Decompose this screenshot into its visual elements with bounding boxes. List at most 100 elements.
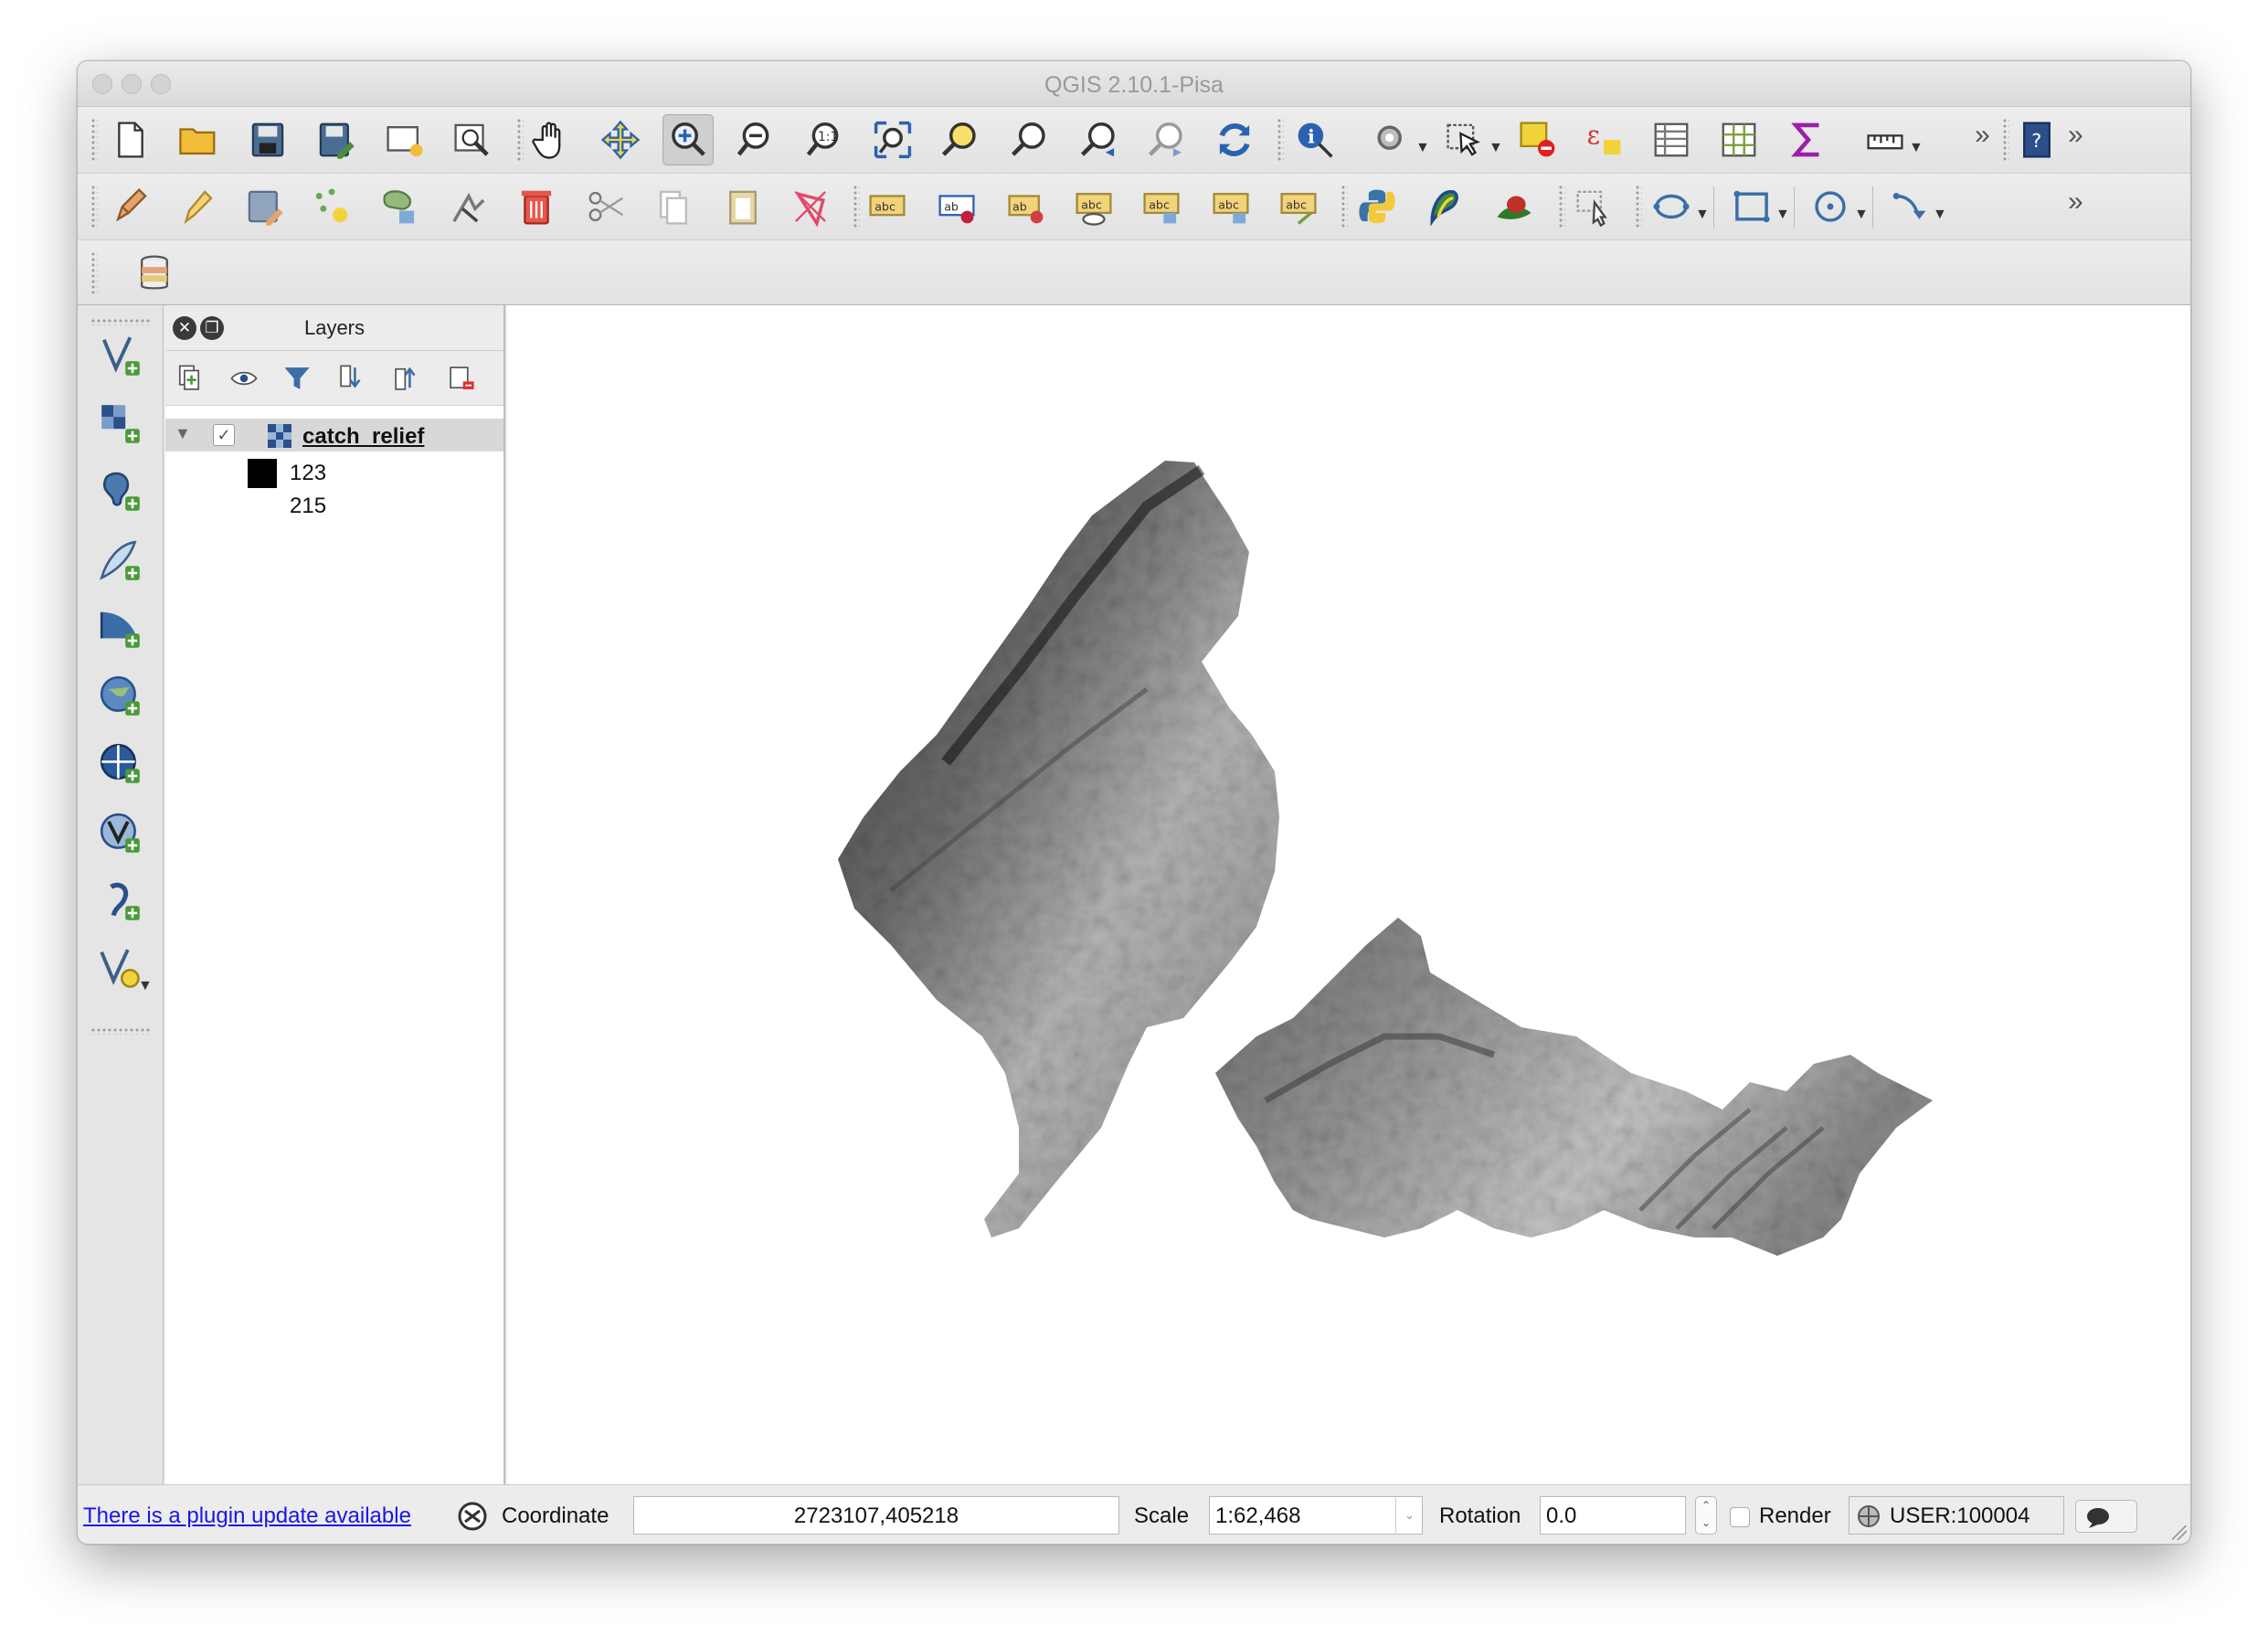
pan-hand-icon[interactable] (525, 114, 577, 165)
render-checkbox[interactable] (1730, 1507, 1750, 1527)
add-postgis-layer-icon[interactable] (93, 464, 148, 519)
layer-tree-item-catch-relief[interactable]: ▼ ✓ catch_relief (165, 419, 503, 451)
more-chevron-icon[interactable]: » (1975, 120, 1990, 151)
toolbar-grip[interactable] (2002, 118, 2009, 162)
plugin-update-link[interactable]: There is a plugin update available (83, 1503, 411, 1529)
heatmap-icon[interactable] (1489, 181, 1540, 232)
circle-tool-icon[interactable] (1646, 181, 1697, 232)
add-raster-layer-icon[interactable] (93, 397, 148, 451)
help-icon[interactable]: ? (2011, 114, 2062, 165)
cut-features-icon[interactable] (580, 181, 631, 232)
delete-selected-icon[interactable] (511, 181, 562, 232)
zoom-last-icon[interactable] (1074, 114, 1125, 165)
layer-visibility-checkbox[interactable]: ✓ (213, 424, 235, 446)
add-feature-icon[interactable] (306, 181, 357, 232)
rotate-label-icon[interactable]: abc (1205, 181, 1256, 232)
rectangle-dropdown-icon[interactable]: ▼ (1775, 207, 1790, 223)
save-as-icon[interactable] (310, 114, 361, 165)
show-hide-label-icon[interactable]: ab (1001, 181, 1052, 232)
expand-all-icon[interactable] (334, 360, 370, 397)
highlight-label-icon[interactable]: abc (1068, 181, 1119, 232)
scale-combobox[interactable]: 1:62,468 (1209, 1496, 1423, 1535)
toolbar-grip[interactable] (90, 185, 98, 228)
select-pointer-icon[interactable] (1569, 181, 1620, 232)
label-icon[interactable]: abc (862, 181, 913, 232)
pin-label-icon[interactable]: ab (931, 181, 982, 232)
new-layer-dropdown-icon[interactable]: ▼ (138, 978, 153, 994)
toolbar-grip[interactable] (1277, 118, 1284, 162)
measure-dropdown-icon[interactable]: ▼ (1909, 140, 1924, 156)
add-wfs-layer-icon[interactable] (93, 806, 148, 861)
zoom-actual-size-icon[interactable]: 1:1 (800, 114, 851, 165)
filter-legend-icon[interactable] (279, 360, 315, 397)
zoom-to-selection-icon[interactable] (935, 114, 986, 165)
toolbar-grip[interactable] (90, 118, 98, 162)
select-dropdown-icon[interactable]: ▼ (1489, 140, 1503, 156)
zoom-next-icon[interactable] (1141, 114, 1192, 165)
scale-dropdown-icon[interactable]: ⌄ (1395, 1498, 1423, 1535)
zoom-full-icon[interactable] (867, 114, 918, 165)
collapse-arrow-icon[interactable]: ▼ (175, 424, 191, 443)
trace-tool-icon[interactable] (1883, 181, 1934, 232)
move-feature-icon[interactable] (374, 181, 425, 232)
more-chevron-icon[interactable]: » (2068, 186, 2083, 218)
add-spatialite-layer-icon[interactable] (93, 601, 148, 656)
save-edits-icon[interactable] (238, 181, 290, 232)
toggle-extents-icon[interactable] (456, 1500, 489, 1533)
pan-to-selection-icon[interactable] (595, 114, 646, 165)
manage-visibility-icon[interactable] (226, 360, 262, 397)
add-delimited-text-icon[interactable] (93, 874, 148, 929)
ellipse-tool-icon[interactable] (1805, 181, 1856, 232)
zoom-in-icon[interactable] (662, 114, 714, 165)
rotation-field[interactable]: 0.0 (1540, 1496, 1686, 1535)
toolbar-grip[interactable] (1635, 185, 1642, 228)
new-shapefile-icon[interactable] (93, 534, 148, 589)
run-action-dropdown-icon[interactable]: ▼ (1415, 140, 1430, 156)
toolbar-grip[interactable] (1558, 185, 1565, 228)
toolbar-grip[interactable] (90, 251, 98, 295)
change-label-icon[interactable]: abc (1273, 181, 1324, 232)
zoom-out-icon[interactable] (730, 114, 781, 165)
rectangle-tool-icon[interactable] (1726, 181, 1777, 232)
toolbar-grip[interactable] (90, 318, 151, 325)
gps-icon[interactable] (1419, 181, 1470, 232)
resize-grip-icon[interactable] (2172, 1525, 2187, 1540)
expression-select-icon[interactable]: ε (1578, 114, 1629, 165)
edits-pencil-icon[interactable] (105, 181, 156, 232)
toolbar-grip[interactable] (516, 118, 524, 162)
node-tool-icon[interactable] (443, 181, 494, 232)
coordinate-field[interactable]: 2723107,405218 (633, 1496, 1119, 1535)
database-icon[interactable] (129, 248, 180, 299)
attribute-table-icon[interactable] (1646, 114, 1697, 165)
collapse-all-icon[interactable] (388, 360, 425, 397)
remove-layer-icon[interactable] (443, 360, 480, 397)
add-group-icon[interactable] (171, 360, 207, 397)
map-canvas[interactable] (507, 305, 2190, 1484)
toolbar-grip[interactable] (90, 1027, 151, 1035)
move-label-icon[interactable]: abc (1136, 181, 1187, 232)
refresh-icon[interactable] (1209, 114, 1260, 165)
zoom-to-layer-icon[interactable] (1004, 114, 1055, 165)
new-print-composer-icon[interactable] (379, 114, 430, 165)
save-project-icon[interactable] (242, 114, 293, 165)
toolbar-grip[interactable] (853, 185, 860, 228)
rotation-spinner[interactable]: ⌃ ⌄ (1695, 1496, 1717, 1535)
measure-ruler-icon[interactable] (1860, 114, 1911, 165)
messages-button[interactable] (2075, 1500, 2137, 1533)
trace-dropdown-icon[interactable]: ▼ (1933, 207, 1947, 223)
open-project-icon[interactable] (173, 114, 224, 165)
field-calculator-icon[interactable] (1713, 114, 1765, 165)
new-project-icon[interactable] (105, 114, 156, 165)
composer-manager-icon[interactable] (447, 114, 498, 165)
add-wms-layer-icon[interactable] (93, 669, 148, 724)
deselect-icon[interactable] (1512, 114, 1563, 165)
identify-icon[interactable]: i (1289, 114, 1341, 165)
statistics-sigma-icon[interactable] (1783, 114, 1834, 165)
more-chevron-icon[interactable]: » (2068, 120, 2083, 151)
digitize-delete-icon[interactable] (785, 181, 836, 232)
python-console-icon[interactable] (1351, 181, 1403, 232)
add-wcs-layer-icon[interactable] (93, 737, 148, 791)
ellipse-dropdown-icon[interactable]: ▼ (1854, 207, 1869, 223)
run-action-icon[interactable] (1366, 114, 1417, 165)
toggle-editing-icon[interactable] (171, 181, 222, 232)
